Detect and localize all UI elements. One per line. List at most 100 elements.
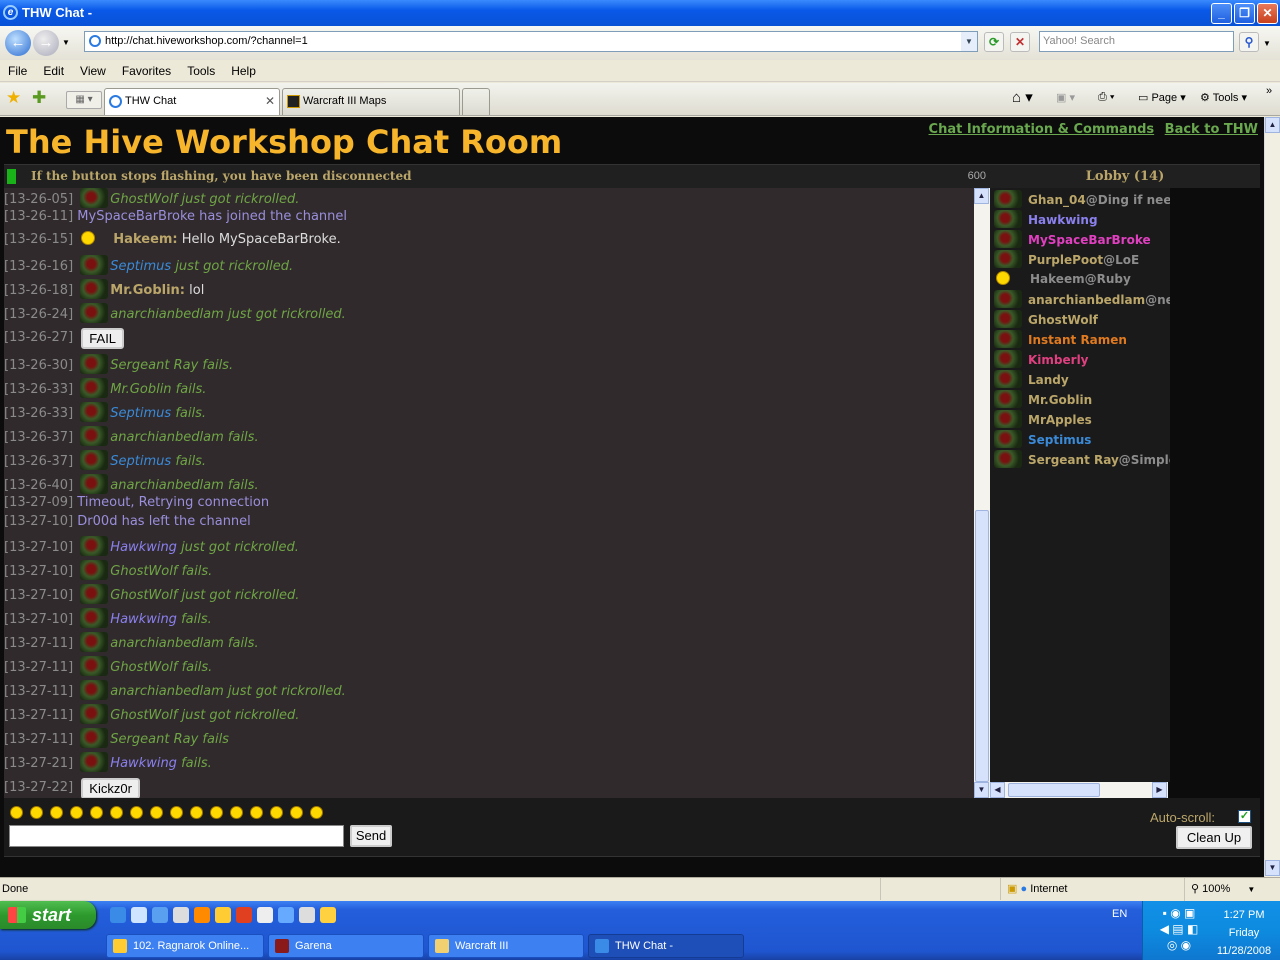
message-author[interactable]: GhostWolf (110, 588, 177, 603)
chevron-more-icon[interactable]: » (1266, 85, 1272, 97)
smiley-icon[interactable] (250, 806, 263, 819)
quicklaunch-ie-icon[interactable] (110, 907, 126, 923)
message-author[interactable]: anarchianbedlam (110, 684, 223, 699)
lobby-user[interactable]: Mr.Goblin (994, 390, 1092, 409)
taskbar-task[interactable]: Garena (268, 934, 424, 958)
message-author[interactable]: anarchianbedlam (110, 430, 223, 445)
taskbar-task[interactable]: 102. Ragnarok Online... (106, 934, 264, 958)
message-author[interactable]: anarchianbedlam (110, 636, 223, 651)
smiley-icon[interactable] (290, 806, 303, 819)
smiley-icon[interactable] (30, 806, 43, 819)
smiley-icon[interactable] (270, 806, 283, 819)
menu-view[interactable]: View (72, 60, 114, 82)
nav-history-dropdown[interactable]: ▼ (62, 38, 70, 47)
chat-action-button[interactable]: Kickz0r (81, 778, 140, 798)
smiley-icon[interactable] (10, 806, 23, 819)
lobby-user[interactable]: Landy (994, 370, 1069, 389)
chat-scroll-up-arrow[interactable]: ▲ (974, 188, 989, 204)
back-button[interactable]: ← (5, 30, 31, 56)
search-input[interactable]: Yahoo! Search (1039, 31, 1234, 52)
chat-info-link[interactable]: Chat Information & Commands (929, 122, 1155, 137)
lobby-scroll-thumb[interactable] (1008, 783, 1100, 797)
message-author[interactable]: Sergeant Ray (110, 358, 198, 373)
message-author[interactable]: anarchianbedlam (110, 478, 223, 493)
zone-cell[interactable]: ▣ ● Internet (1000, 878, 1180, 900)
tab-warcraft-maps[interactable]: Warcraft III Maps (282, 88, 460, 115)
quicklaunch-cursor-icon[interactable] (278, 907, 294, 923)
lobby-user[interactable]: PurplePoot@LoE (994, 250, 1139, 269)
lobby-user[interactable]: Hakeem@Ruby (994, 270, 1131, 288)
feeds-icon[interactable]: ▣ ▾ (1056, 91, 1075, 104)
quicklaunch-winrar-icon[interactable] (236, 907, 252, 923)
message-author[interactable]: GhostWolf (110, 564, 177, 579)
quick-tabs-button[interactable]: ▦ ▾ (66, 91, 102, 109)
add-favorite-icon[interactable]: ✚ (32, 88, 46, 108)
menu-help[interactable]: Help (223, 60, 264, 82)
scroll-down-arrow[interactable]: ▼ (1265, 860, 1280, 876)
language-indicator[interactable]: EN (1112, 908, 1127, 920)
close-button[interactable]: ✕ (1257, 3, 1278, 24)
smiley-icon[interactable] (150, 806, 163, 819)
smiley-icon[interactable] (110, 806, 123, 819)
taskbar-task[interactable]: THW Chat - (588, 934, 744, 958)
lobby-user[interactable]: MySpaceBarBroke (994, 230, 1151, 249)
lobby-user[interactable]: Hawkwing (994, 210, 1098, 229)
message-author[interactable]: Septimus (110, 406, 171, 421)
message-author[interactable]: Hakeem: (113, 232, 177, 247)
message-author[interactable]: Septimus (110, 259, 171, 274)
refresh-button[interactable]: ⟳ (984, 32, 1004, 52)
lobby-user[interactable]: Septimus (994, 430, 1091, 449)
quicklaunch-messenger-icon[interactable] (215, 907, 231, 923)
message-author[interactable]: Septimus (110, 454, 171, 469)
smiley-icon[interactable] (190, 806, 203, 819)
quicklaunch-calculator-icon[interactable] (173, 907, 189, 923)
lobby-scroll-right-arrow[interactable]: ▶ (1152, 782, 1167, 798)
home-icon[interactable]: ⌂ ▾ (1012, 88, 1033, 106)
tray-icons[interactable]: ▪ ◉ ▣ ◀ ▤ ◧ ◎ ◉ (1149, 905, 1209, 955)
message-author[interactable]: Mr.Goblin: (110, 283, 185, 298)
start-button[interactable]: start (0, 901, 96, 929)
message-author[interactable]: Sergeant Ray (110, 732, 198, 747)
quicklaunch-network-icon[interactable] (257, 907, 273, 923)
chat-scroll-thumb[interactable] (975, 510, 989, 782)
chat-action-button[interactable]: FAIL (81, 328, 125, 349)
new-tab-button[interactable] (462, 88, 490, 115)
scroll-up-arrow[interactable]: ▲ (1265, 117, 1280, 133)
tab-thw-chat[interactable]: THW Chat ✕ (104, 88, 280, 115)
quicklaunch-firefox-icon[interactable] (194, 907, 210, 923)
lobby-user[interactable]: Sergeant Ray@Simple (994, 450, 1170, 469)
lobby-user[interactable]: anarchianbedlam@ne (994, 290, 1170, 309)
smiley-icon[interactable] (210, 806, 223, 819)
menu-tools[interactable]: Tools (179, 60, 223, 82)
smiley-icon[interactable] (70, 806, 83, 819)
address-dropdown-icon[interactable]: ▼ (961, 32, 977, 51)
message-input[interactable] (9, 825, 344, 847)
lobby-user[interactable]: Ghan_04@Ding if nee (994, 190, 1170, 209)
search-icon[interactable]: ⚲ (1239, 32, 1259, 52)
message-author[interactable]: GhostWolf (110, 192, 177, 207)
quicklaunch-volume-icon[interactable] (299, 907, 315, 923)
quicklaunch-app-icon[interactable] (320, 907, 336, 923)
smiley-icon[interactable] (130, 806, 143, 819)
message-author[interactable]: GhostWolf (110, 708, 177, 723)
lobby-user[interactable]: Kimberly (994, 350, 1089, 369)
close-tab-icon[interactable]: ✕ (265, 89, 275, 114)
lobby-user[interactable]: MrApples (994, 410, 1092, 429)
back-to-thw-link[interactable]: Back to THW (1165, 122, 1258, 137)
lobby-scrollbar[interactable]: ◀ ▶ (990, 782, 1168, 798)
tools-menu[interactable]: ⚙ Tools ▾ (1200, 91, 1247, 104)
smiley-icon[interactable] (170, 806, 183, 819)
message-author[interactable]: Mr.Goblin (110, 382, 171, 397)
chat-scroll-down-arrow[interactable]: ▼ (974, 782, 989, 798)
zoom-control[interactable]: ⚲ 100% ▼ (1184, 878, 1264, 901)
message-author[interactable]: Hawkwing (110, 540, 177, 555)
send-button[interactable]: Send (350, 825, 392, 847)
message-author[interactable]: GhostWolf (110, 660, 177, 675)
smiley-icon[interactable] (310, 806, 323, 819)
clock[interactable]: 1:27 PM Friday 11/28/2008 (1209, 906, 1279, 960)
menu-file[interactable]: File (0, 60, 35, 82)
menu-favorites[interactable]: Favorites (114, 60, 179, 82)
lobby-user[interactable]: GhostWolf (994, 310, 1098, 329)
address-bar[interactable]: http://chat.hiveworkshop.com/?channel=1 … (84, 31, 978, 52)
print-icon[interactable]: ⎙ ▾ (1098, 91, 1114, 104)
